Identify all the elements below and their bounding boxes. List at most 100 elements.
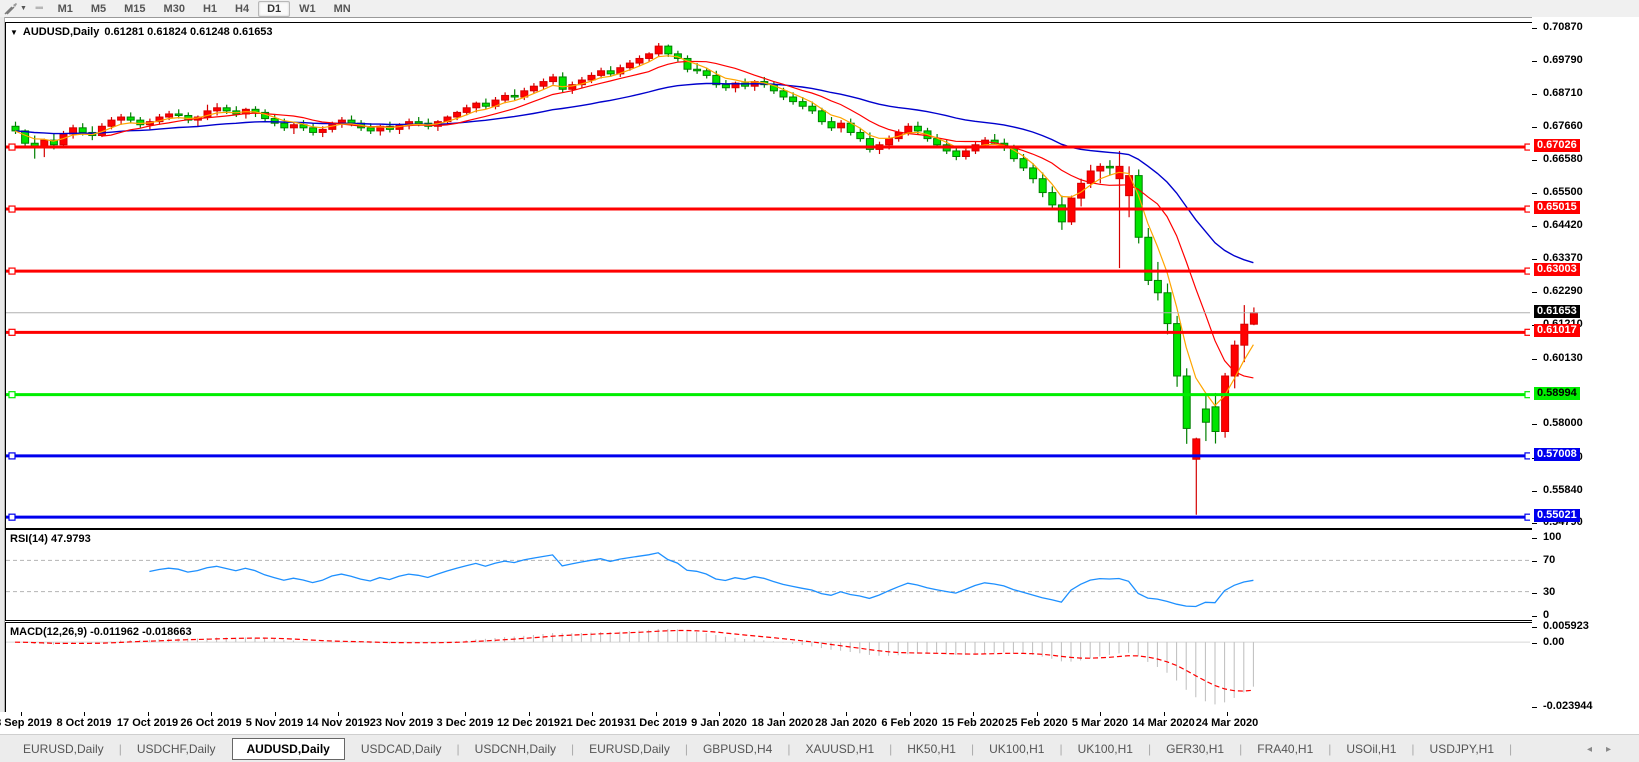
macd-chart[interactable] (6, 623, 1530, 710)
tab-separator: | (1148, 742, 1151, 756)
date-axis-tick (719, 712, 720, 716)
chart-tab-usdcnh-daily[interactable]: USDCNH,Daily (461, 739, 570, 759)
chart-tab-usdchf-daily[interactable]: USDCHF,Daily (123, 739, 230, 759)
chart-tab-gbpusd-h4[interactable]: GBPUSD,H4 (689, 739, 786, 759)
date-axis[interactable]: 28 Sep 20198 Oct 201917 Oct 201926 Oct 2… (0, 712, 1639, 734)
macd-axis-label: 0.005923 (1543, 620, 1589, 632)
line-anchor-handle[interactable] (1525, 268, 1530, 274)
price-axis-label: 0.65500 (1543, 186, 1583, 198)
date-axis-tick (148, 712, 149, 716)
line-anchor-handle[interactable] (9, 514, 15, 520)
price-axis-tick (1532, 127, 1537, 128)
macd-axis-tick (1532, 707, 1537, 708)
chart-tab-ger30-h1[interactable]: GER30,H1 (1152, 739, 1238, 759)
timeframe-button-m15[interactable]: M15 (115, 1, 154, 17)
rsi-axis-tick (1532, 616, 1537, 617)
line-anchor-handle[interactable] (9, 453, 15, 459)
chart-tab-eurusd-daily[interactable]: EURUSD,Daily (575, 739, 684, 759)
chart-tab-usdjpy-h1[interactable]: USDJPY,H1 (1416, 739, 1508, 759)
timeframe-button-m30[interactable]: M30 (155, 1, 194, 17)
rsi-axis-label: 100 (1543, 531, 1561, 543)
timeframe-button-h4[interactable]: H4 (226, 1, 258, 17)
chart-title: ▼ AUDUSD,Daily 0.61281 0.61824 0.61248 0… (10, 26, 273, 38)
rsi-label: RSI(14) 47.9793 (10, 533, 91, 545)
timeframe-button-m5[interactable]: M5 (82, 1, 115, 17)
chart-tab-usdcad-daily[interactable]: USDCAD,Daily (347, 739, 456, 759)
price-axis[interactable]: 0.708700.697900.687100.676600.665800.655… (1532, 17, 1639, 712)
bull-candle (319, 129, 326, 132)
price-axis-label: 0.66580 (1543, 153, 1583, 165)
line-anchor-handle[interactable] (9, 268, 15, 274)
date-axis-label: 12 Dec 2019 (497, 717, 560, 729)
timeframe-button-h1[interactable]: H1 (194, 1, 226, 17)
line-anchor-handle[interactable] (9, 392, 15, 398)
line-anchor-handle[interactable] (1525, 329, 1530, 335)
macd-signal-line (15, 631, 1253, 692)
bear-candle (953, 151, 960, 157)
line-anchor-handle[interactable] (1525, 514, 1530, 520)
date-axis-label: 14 Nov 2019 (306, 717, 370, 729)
bear-candle (367, 128, 374, 131)
price-axis-label: 0.69790 (1543, 54, 1583, 66)
bear-candle (1020, 159, 1027, 168)
date-axis-tick (910, 712, 911, 716)
bull-candle (502, 95, 509, 100)
bear-candle (1135, 176, 1142, 238)
bear-candle (482, 103, 489, 106)
tab-separator: | (1239, 742, 1242, 756)
rsi-axis-label: 0 (1543, 609, 1549, 621)
timeframe-button-w1[interactable]: W1 (290, 1, 325, 17)
line-anchor-handle[interactable] (1525, 144, 1530, 150)
chart-tab-audusd-daily[interactable]: AUDUSD,Daily (232, 738, 345, 760)
bear-candle (127, 117, 134, 120)
bull-candle (636, 58, 643, 63)
bear-candle (703, 71, 710, 76)
crosshair-tool-icon[interactable] (3, 2, 19, 16)
chart-tab-fra40-h1[interactable]: FRA40,H1 (1243, 739, 1327, 759)
price-axis-tick (1532, 359, 1537, 360)
tool-dropdown-icon[interactable]: ▼ (20, 5, 27, 12)
tab-scroll-left-icon[interactable]: ◂ (1587, 744, 1606, 755)
candlestick-chart[interactable] (6, 23, 1530, 526)
price-axis-label: 0.64420 (1543, 219, 1583, 231)
price-axis-tick (1532, 193, 1537, 194)
rsi-indicator-panel[interactable]: RSI(14) 47.9793 (5, 529, 1533, 621)
date-axis-label: 28 Jan 2020 (815, 717, 877, 729)
rsi-chart[interactable] (6, 530, 1530, 618)
price-axis-tick (1532, 523, 1537, 524)
tab-separator: | (787, 742, 790, 756)
bear-candle (1164, 293, 1171, 324)
chart-tab-uk100-h1[interactable]: UK100,H1 (1064, 739, 1147, 759)
date-axis-label: 26 Oct 2019 (180, 717, 241, 729)
macd-indicator-panel[interactable]: MACD(12,26,9) -0.011962 -0.018663 (5, 622, 1533, 713)
timeframe-button-mn[interactable]: MN (325, 1, 360, 17)
chart-tab-xauusd-h1[interactable]: XAUUSD,H1 (791, 739, 888, 759)
bear-candle (223, 108, 230, 111)
tab-scroll-right-icon[interactable]: ▸ (1606, 744, 1625, 755)
line-anchor-handle[interactable] (1525, 392, 1530, 398)
line-anchor-handle[interactable] (9, 144, 15, 150)
line-anchor-handle[interactable] (1525, 453, 1530, 459)
chart-tab-uk100-h1[interactable]: UK100,H1 (975, 739, 1058, 759)
bull-candle (838, 123, 845, 128)
bull-candle (166, 114, 173, 117)
price-axis-label: 0.63370 (1543, 252, 1583, 264)
timeframe-button-d1[interactable]: D1 (258, 1, 290, 17)
chart-tab-hk50-h1[interactable]: HK50,H1 (893, 739, 970, 759)
rsi-axis-tick (1532, 538, 1537, 539)
date-axis-tick (1100, 712, 1101, 716)
timeframe-button-m1[interactable]: M1 (49, 1, 82, 17)
line-anchor-handle[interactable] (9, 206, 15, 212)
line-anchor-handle[interactable] (9, 329, 15, 335)
macd-axis-label: 0.00 (1543, 636, 1564, 648)
line-anchor-handle[interactable] (1525, 206, 1530, 212)
bear-candle (1183, 376, 1190, 428)
tab-scroll-arrows: ◂▸ (1587, 744, 1625, 755)
bear-candle (12, 126, 19, 131)
chart-dropdown-icon[interactable]: ▼ (10, 28, 18, 37)
tab-separator: | (1509, 742, 1512, 756)
chart-tab-usoil-h1[interactable]: USOil,H1 (1332, 739, 1410, 759)
chart-ohlc-values: 0.61281 0.61824 0.61248 0.61653 (104, 26, 272, 38)
main-chart-panel[interactable]: ▼ AUDUSD,Daily 0.61281 0.61824 0.61248 0… (5, 22, 1533, 529)
chart-tab-eurusd-daily[interactable]: EURUSD,Daily (9, 739, 118, 759)
